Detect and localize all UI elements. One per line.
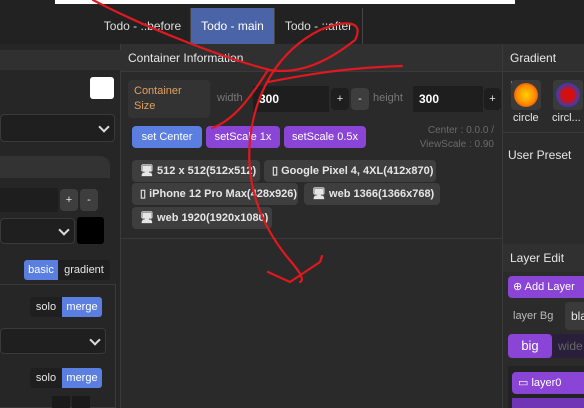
red-scribble-annotation (91, 0, 404, 284)
scribble-path (91, 0, 404, 284)
